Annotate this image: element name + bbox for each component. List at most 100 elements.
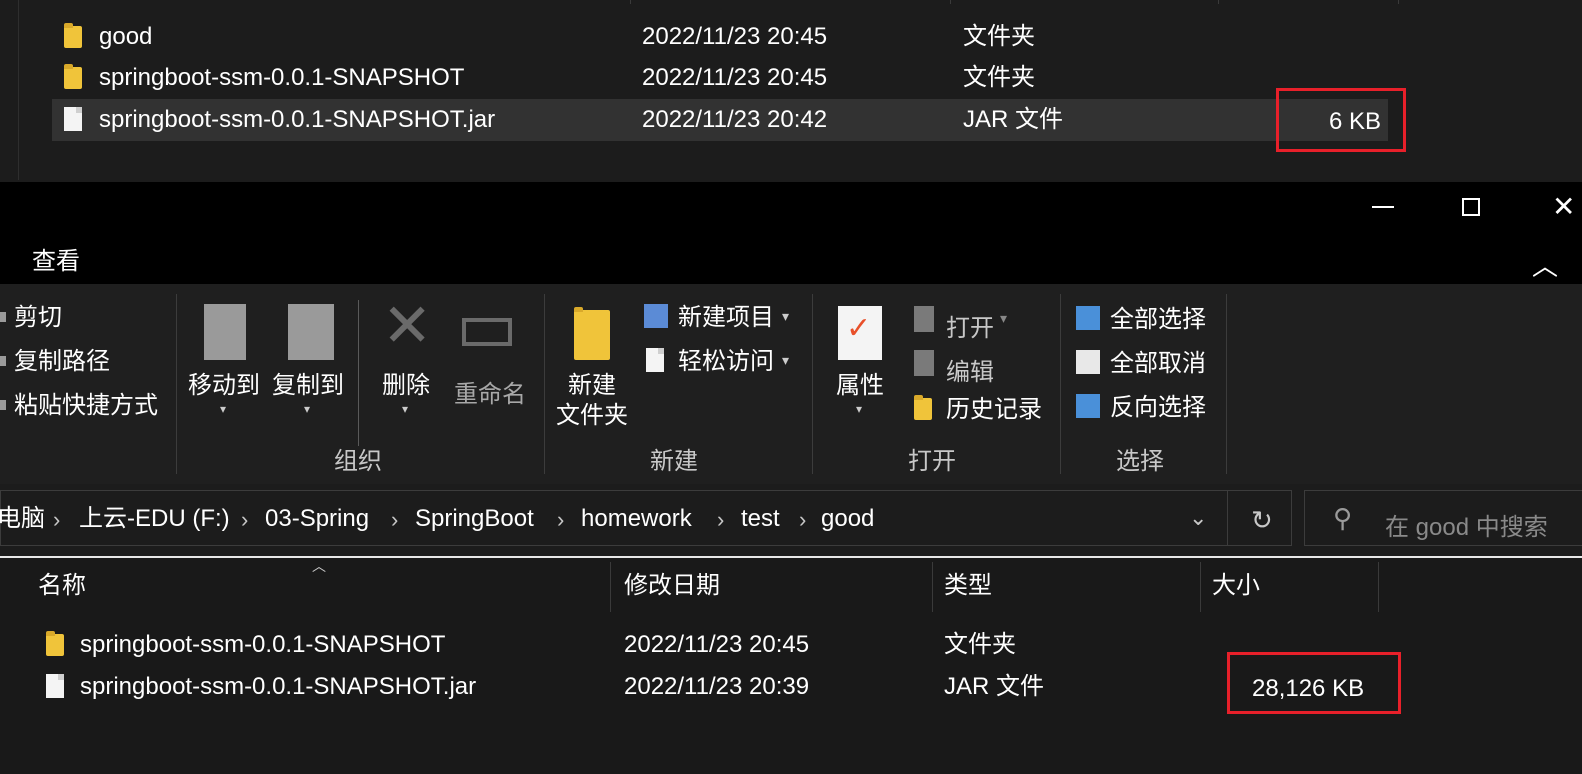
breadcrumb-item[interactable]: homework bbox=[581, 507, 692, 531]
copy-to-button[interactable]: 复制到 ▾ bbox=[270, 302, 348, 422]
file-type: 文件夹 bbox=[944, 631, 1016, 658]
highlight-box: 6 KB bbox=[1276, 88, 1406, 152]
title-bar: ✕ bbox=[0, 182, 1582, 232]
easy-access-label: 轻松访问 bbox=[678, 348, 774, 375]
group-divider bbox=[1060, 294, 1061, 474]
new-item-button[interactable]: 新建项目 ▾ bbox=[644, 302, 804, 336]
ribbon: 剪切 复制路径 粘贴快捷方式 移动到 ▾ 复制到 ▾ ✕ 删除 ▾ 重命名 组织… bbox=[0, 284, 1582, 484]
select-all-label: 全部选择 bbox=[1110, 306, 1206, 333]
chevron-down-icon: ▾ bbox=[304, 402, 311, 416]
file-row[interactable]: springboot-ssm-0.0.1-SNAPSHOT.jar 2022/1… bbox=[34, 666, 1394, 708]
copy-to-icon bbox=[288, 304, 334, 360]
column-header-name[interactable]: 名称 bbox=[38, 574, 86, 598]
column-divider[interactable] bbox=[610, 562, 611, 612]
folder-icon bbox=[574, 307, 610, 360]
easy-access-button[interactable]: 轻松访问 ▾ bbox=[644, 346, 804, 380]
breadcrumb-item[interactable]: 03-Spring bbox=[265, 507, 369, 531]
group-divider bbox=[176, 294, 177, 474]
search-box[interactable]: ⚲ 在 good 中搜索 bbox=[1304, 490, 1582, 546]
chevron-right-icon[interactable]: › bbox=[391, 507, 398, 533]
divider bbox=[1227, 491, 1228, 545]
properties-button[interactable]: ✓ 属性 ▾ bbox=[828, 302, 894, 422]
chevron-down-icon: ▾ bbox=[856, 402, 863, 416]
chevron-right-icon[interactable]: › bbox=[557, 507, 564, 533]
delete-button[interactable]: ✕ 删除 ▾ bbox=[374, 296, 444, 422]
invert-selection-button[interactable]: 反向选择 bbox=[1076, 392, 1216, 426]
select-none-icon bbox=[1076, 350, 1100, 374]
file-modified: 2022/11/23 20:42 bbox=[642, 106, 828, 133]
chevron-down-icon: ▾ bbox=[402, 402, 409, 416]
history-dropdown-icon[interactable]: ⌄ bbox=[1189, 505, 1207, 531]
breadcrumb-item[interactable]: SpringBoot bbox=[415, 507, 534, 531]
chevron-right-icon[interactable]: › bbox=[717, 507, 724, 533]
breadcrumb-item[interactable]: 上云-EDU (F:) bbox=[79, 507, 230, 531]
move-to-label: 移动到 bbox=[188, 372, 260, 399]
file-row[interactable]: springboot-ssm-0.0.1-SNAPSHOT 2022/11/23… bbox=[34, 624, 1394, 666]
group-divider bbox=[1226, 294, 1227, 474]
chevron-right-icon[interactable]: › bbox=[53, 507, 60, 533]
tab-view[interactable]: 查看 bbox=[32, 250, 80, 274]
history-icon bbox=[914, 395, 932, 420]
collapse-ribbon-icon[interactable]: ︿ bbox=[1532, 246, 1558, 283]
file-name: springboot-ssm-0.0.1-SNAPSHOT.jar bbox=[80, 673, 477, 700]
chevron-down-icon: ▾ bbox=[1000, 310, 1008, 326]
column-divider[interactable] bbox=[1378, 562, 1379, 612]
file-row-selected[interactable]: springboot-ssm-0.0.1-SNAPSHOT.jar 2022/1… bbox=[52, 99, 1388, 141]
file-name: springboot-ssm-0.0.1-SNAPSHOT bbox=[80, 631, 446, 658]
file-row[interactable]: springboot-ssm-0.0.1-SNAPSHOT 2022/11/23… bbox=[52, 57, 1392, 99]
open-label: 打开 bbox=[946, 315, 994, 342]
address-bar[interactable]: 电脑 › 上云-EDU (F:) › 03-Spring › SpringBoo… bbox=[0, 490, 1292, 546]
easy-access-icon bbox=[646, 348, 664, 372]
folder-icon bbox=[46, 631, 64, 656]
sort-up-icon: ︿ bbox=[312, 558, 326, 574]
file-row[interactable]: good 2022/11/23 20:45 文件夹 bbox=[52, 16, 1392, 58]
file-modified: 2022/11/23 20:45 bbox=[624, 631, 810, 658]
chevron-right-icon[interactable]: › bbox=[799, 507, 806, 533]
file-type: 文件夹 bbox=[963, 23, 1035, 50]
rename-label: 重命名 bbox=[454, 381, 526, 408]
group-divider bbox=[358, 300, 359, 446]
column-header-modified[interactable]: 修改日期 bbox=[624, 574, 720, 598]
column-divider[interactable] bbox=[1200, 562, 1201, 612]
group-divider bbox=[812, 294, 813, 474]
copy-to-label: 复制到 bbox=[272, 372, 344, 399]
search-icon: ⚲ bbox=[1333, 503, 1353, 533]
select-none-label: 全部取消 bbox=[1110, 350, 1206, 377]
minimize-button[interactable] bbox=[1372, 206, 1394, 208]
maximize-button[interactable] bbox=[1462, 198, 1480, 216]
column-divider bbox=[950, 0, 951, 4]
move-to-icon bbox=[204, 304, 246, 360]
open-button[interactable]: 打开 ▾ bbox=[912, 304, 1022, 342]
copy-path-button[interactable]: 复制路径 bbox=[14, 350, 110, 374]
column-header-size[interactable]: 大小 bbox=[1212, 574, 1260, 598]
nav-pane-border bbox=[18, 0, 19, 180]
edit-button[interactable]: 编辑 bbox=[912, 348, 1022, 386]
edit-label: 编辑 bbox=[946, 359, 994, 386]
column-divider[interactable] bbox=[932, 562, 933, 612]
invert-selection-icon bbox=[1076, 394, 1100, 418]
group-label-open: 打开 bbox=[908, 448, 956, 475]
new-folder-button[interactable]: 新建 文件夹 bbox=[556, 302, 636, 442]
rename-button[interactable]: 重命名 bbox=[452, 302, 532, 422]
breadcrumb-item-current[interactable]: good bbox=[821, 507, 874, 531]
paste-shortcut-button[interactable]: 粘贴快捷方式 bbox=[14, 394, 158, 418]
refresh-icon[interactable]: ↻ bbox=[1251, 505, 1273, 536]
column-header-type[interactable]: 类型 bbox=[944, 574, 992, 598]
group-label-select: 选择 bbox=[1116, 448, 1164, 475]
file-type: JAR 文件 bbox=[944, 673, 1045, 700]
select-none-button[interactable]: 全部取消 bbox=[1076, 348, 1216, 382]
select-all-button[interactable]: 全部选择 bbox=[1076, 304, 1216, 338]
breadcrumb-item[interactable]: 电脑 bbox=[0, 507, 45, 531]
open-icon bbox=[914, 306, 934, 332]
history-button[interactable]: 历史记录 bbox=[912, 394, 1052, 428]
new-folder-label-2: 文件夹 bbox=[556, 402, 628, 429]
new-item-icon bbox=[644, 304, 668, 328]
background-explorer-window: good 2022/11/23 20:45 文件夹 springboot-ssm… bbox=[0, 0, 1582, 180]
close-button[interactable]: ✕ bbox=[1552, 190, 1575, 223]
cut-button[interactable]: 剪切 bbox=[14, 306, 62, 330]
chevron-right-icon[interactable]: › bbox=[241, 507, 248, 533]
breadcrumb-item[interactable]: test bbox=[741, 507, 780, 531]
folder-icon bbox=[64, 64, 82, 89]
move-to-button[interactable]: 移动到 ▾ bbox=[186, 302, 264, 422]
new-item-label: 新建项目 bbox=[678, 304, 774, 331]
